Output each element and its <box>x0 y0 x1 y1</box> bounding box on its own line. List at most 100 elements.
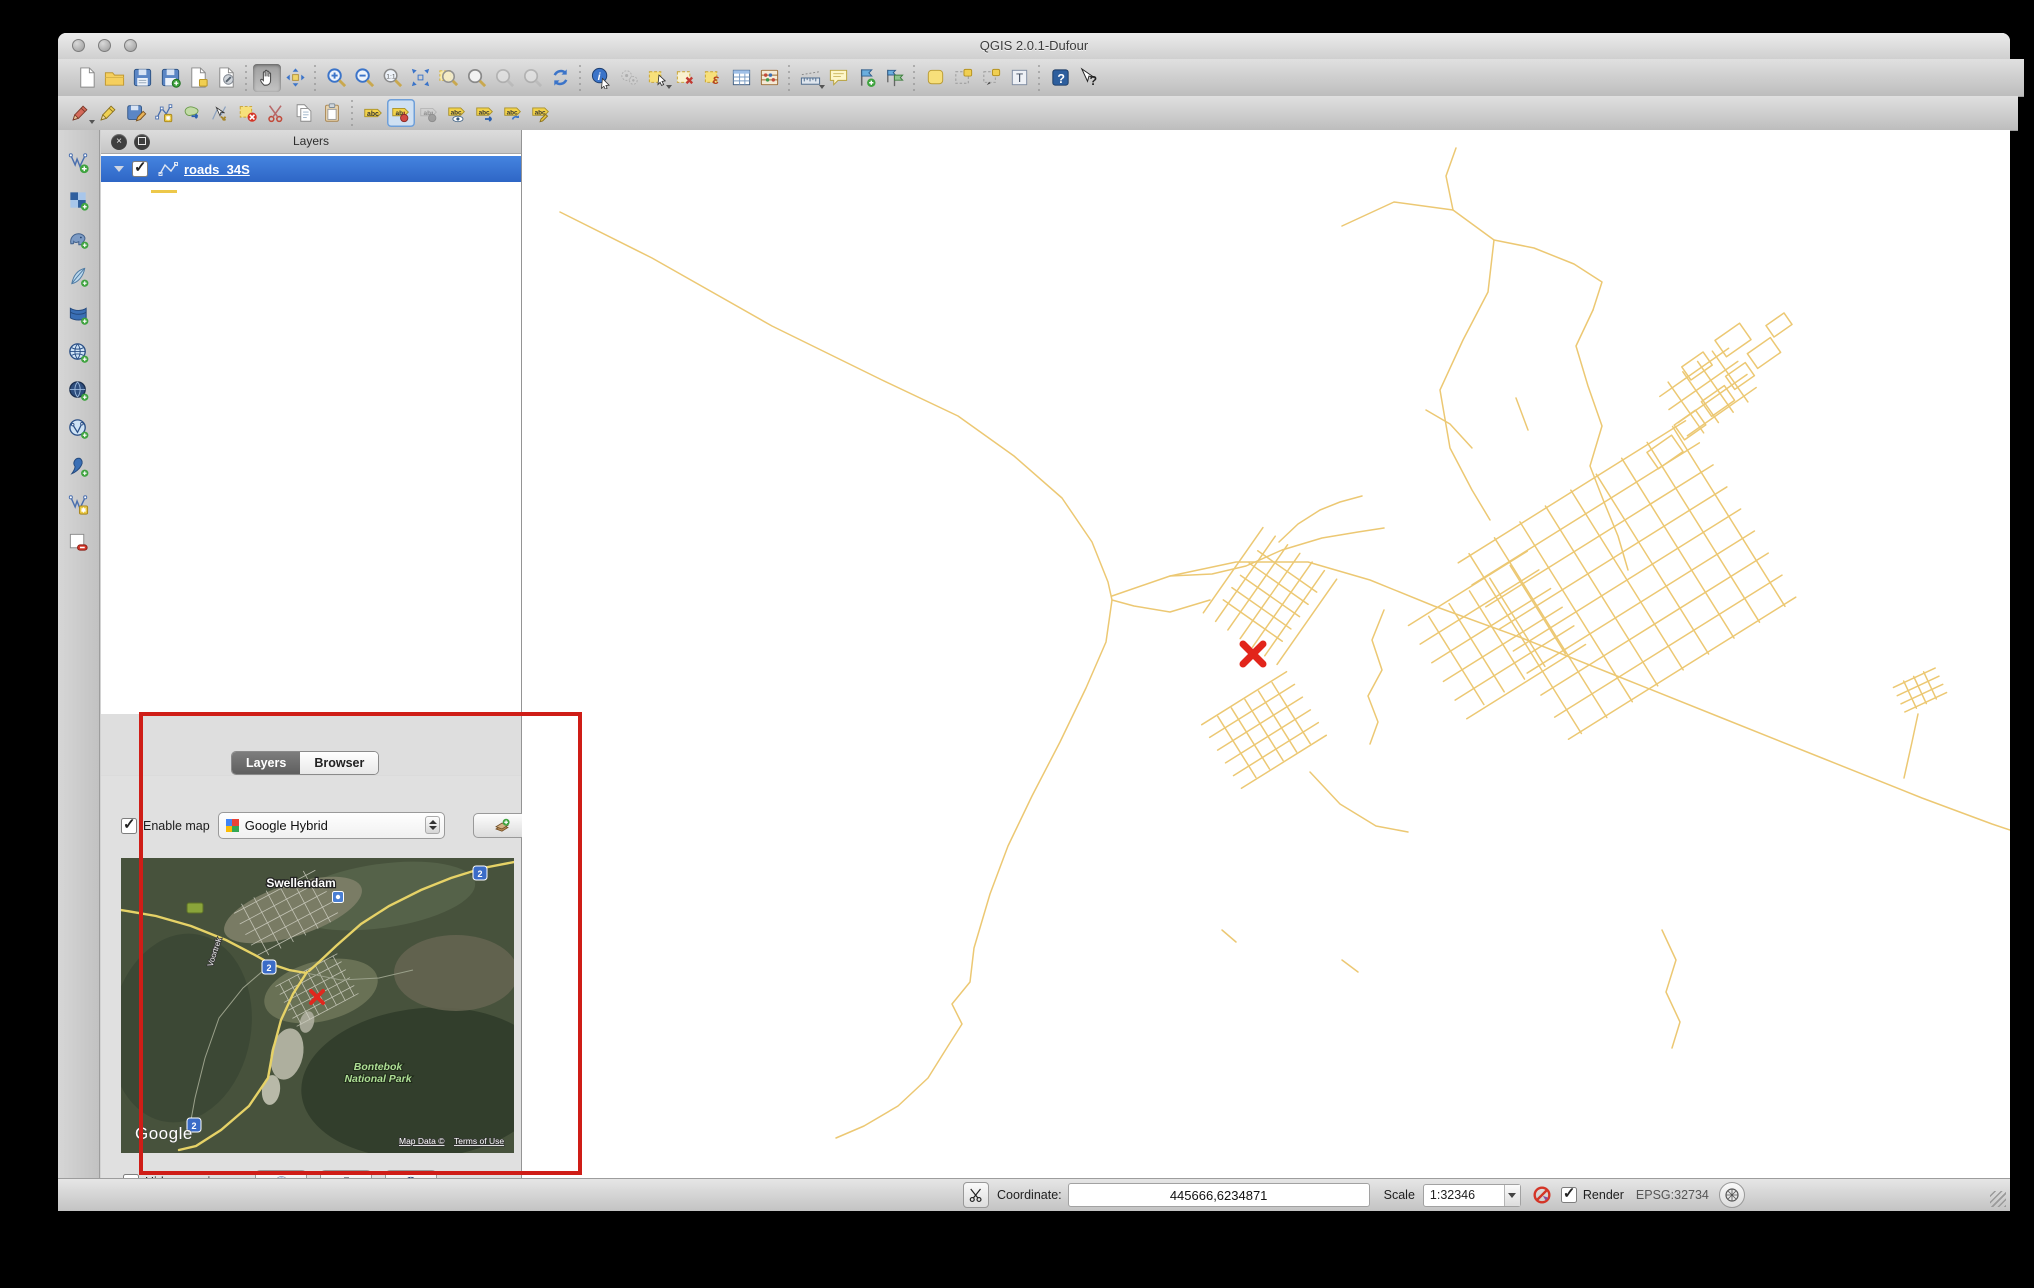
whats-this-icon: ? <box>1077 66 1100 89</box>
add-wcs-layer-icon[interactable] <box>65 376 93 404</box>
cut-features-icon[interactable] <box>262 99 290 127</box>
paste-features-icon[interactable] <box>318 99 346 127</box>
copy-features-icon[interactable] <box>290 99 318 127</box>
add-delimited-text-icon[interactable] <box>65 452 93 480</box>
text-annotation-icon[interactable]: T <box>1005 64 1033 92</box>
terms-of-use-link[interactable]: Terms of Use <box>454 1136 504 1146</box>
resize-grip[interactable] <box>1990 1191 2006 1207</box>
map-canvas[interactable] <box>522 130 2010 1178</box>
save-project-as-icon[interactable] <box>156 64 184 92</box>
move-annotation-icon[interactable] <box>977 64 1005 92</box>
toolbar-separator <box>1035 65 1044 91</box>
layers-list[interactable]: roads_34S <box>101 154 521 714</box>
zoom-last-icon[interactable] <box>490 64 518 92</box>
zoom-next-icon[interactable] <box>518 64 546 92</box>
node-tool-icon[interactable] <box>206 99 234 127</box>
add-mssql-layer-icon[interactable] <box>65 300 93 328</box>
label-settings-icon[interactable]: abc <box>359 99 387 127</box>
attribute-table-icon <box>730 66 753 89</box>
zoom-native-icon[interactable]: 1:1 <box>378 64 406 92</box>
zoom-full-icon[interactable] <box>406 64 434 92</box>
float-panel-icon[interactable] <box>134 134 150 150</box>
label-move-icon[interactable]: abc <box>471 99 499 127</box>
map-tips-icon[interactable] <box>824 64 852 92</box>
current-edits-icon <box>69 102 91 124</box>
zoom-in-icon[interactable] <box>322 64 350 92</box>
select-features-icon[interactable] <box>643 64 671 92</box>
add-wms-layer-icon <box>67 341 90 364</box>
label-pin-icon[interactable]: ab <box>387 99 415 127</box>
current-edits-icon[interactable] <box>66 99 94 127</box>
expand-layer-icon[interactable] <box>114 166 124 172</box>
layer-visibility-checkbox[interactable] <box>132 161 148 177</box>
crs-status-button[interactable] <box>1719 1182 1745 1208</box>
add-postgis-layer-icon <box>67 227 90 250</box>
mouse-position-toggle-button[interactable] <box>963 1182 989 1208</box>
toolbar-separator <box>910 65 919 91</box>
map-type-dropdown[interactable]: Google Hybrid <box>218 812 445 839</box>
save-project-icon[interactable] <box>128 64 156 92</box>
map-data-link[interactable]: Map Data © <box>399 1136 445 1146</box>
run-feature-action-icon[interactable] <box>615 64 643 92</box>
open-project-icon[interactable] <box>100 64 128 92</box>
add-raster-layer-icon[interactable] <box>65 186 93 214</box>
zoom-last-icon <box>493 66 516 89</box>
pan-map-icon[interactable] <box>253 64 281 92</box>
label-properties-icon[interactable]: abc <box>527 99 555 127</box>
annotation-icon[interactable] <box>921 64 949 92</box>
tab-browser[interactable]: Browser <box>300 752 378 774</box>
render-checkbox[interactable] <box>1561 1187 1577 1203</box>
zoom-out-icon[interactable] <box>350 64 378 92</box>
show-bookmarks-icon[interactable] <box>880 64 908 92</box>
layers-panel-header: Layers × <box>101 130 521 154</box>
toggle-editing-icon[interactable] <box>94 99 122 127</box>
svg-text:?: ? <box>1089 74 1097 88</box>
add-feature-icon[interactable] <box>150 99 178 127</box>
google-logo[interactable]: Google <box>135 1124 193 1143</box>
new-composer-icon[interactable] <box>184 64 212 92</box>
pan-to-selection-icon[interactable] <box>281 64 309 92</box>
park-label: Bontebok <box>354 1061 404 1073</box>
svg-text:2: 2 <box>266 963 271 973</box>
form-annotation-icon[interactable] <box>949 64 977 92</box>
deselect-features-icon[interactable] <box>671 64 699 92</box>
composer-manager-icon[interactable] <box>212 64 240 92</box>
add-postgis-layer-icon[interactable] <box>65 224 93 252</box>
new-project-icon[interactable] <box>72 64 100 92</box>
coordinate-input[interactable] <box>1068 1183 1370 1207</box>
layer-row[interactable]: roads_34S <box>101 156 521 182</box>
remove-layer-icon[interactable] <box>65 528 93 556</box>
overview-map[interactable]: 222SwellendamVoortrekBontebokNational Pa… <box>121 858 514 1153</box>
add-wfs-layer-icon[interactable] <box>65 414 93 442</box>
label-rotate-icon[interactable]: abc <box>499 99 527 127</box>
refresh-map-icon[interactable] <box>546 64 574 92</box>
new-bookmark-icon[interactable] <box>852 64 880 92</box>
add-spatialite-layer-icon[interactable] <box>65 262 93 290</box>
field-calculator-icon[interactable] <box>755 64 783 92</box>
enable-map-checkbox[interactable] <box>121 818 137 834</box>
help-contents-icon[interactable]: ? <box>1046 64 1074 92</box>
move-feature-icon[interactable] <box>178 99 206 127</box>
epsg-label: EPSG:32734 <box>1636 1188 1709 1202</box>
stop-render-icon[interactable] <box>1531 1184 1553 1206</box>
close-panel-icon[interactable]: × <box>111 134 127 150</box>
scale-combo[interactable]: 1:32346 <box>1423 1184 1521 1207</box>
select-by-expression-icon[interactable]: ε <box>699 64 727 92</box>
label-unpin-icon[interactable]: ab <box>415 99 443 127</box>
zoom-to-layer-icon[interactable] <box>434 64 462 92</box>
digitizing-toolbar: abcabababcabcabcabc <box>58 96 2018 131</box>
delete-selected-icon[interactable] <box>234 99 262 127</box>
whats-this-icon[interactable]: ? <box>1074 64 1102 92</box>
measure-icon[interactable] <box>796 64 824 92</box>
park-label: National Park <box>344 1073 412 1085</box>
title-bar[interactable]: QGIS 2.0.1-Dufour <box>58 33 2010 60</box>
label-visibility-icon[interactable]: abc <box>443 99 471 127</box>
tab-layers[interactable]: Layers <box>232 752 300 774</box>
attribute-table-icon[interactable] <box>727 64 755 92</box>
new-shapefile-icon[interactable] <box>65 490 93 518</box>
zoom-to-selection-icon[interactable] <box>462 64 490 92</box>
identify-features-icon[interactable]: i <box>587 64 615 92</box>
save-layer-edits-icon[interactable] <box>122 99 150 127</box>
add-vector-layer-icon[interactable] <box>65 148 93 176</box>
add-wms-layer-icon[interactable] <box>65 338 93 366</box>
